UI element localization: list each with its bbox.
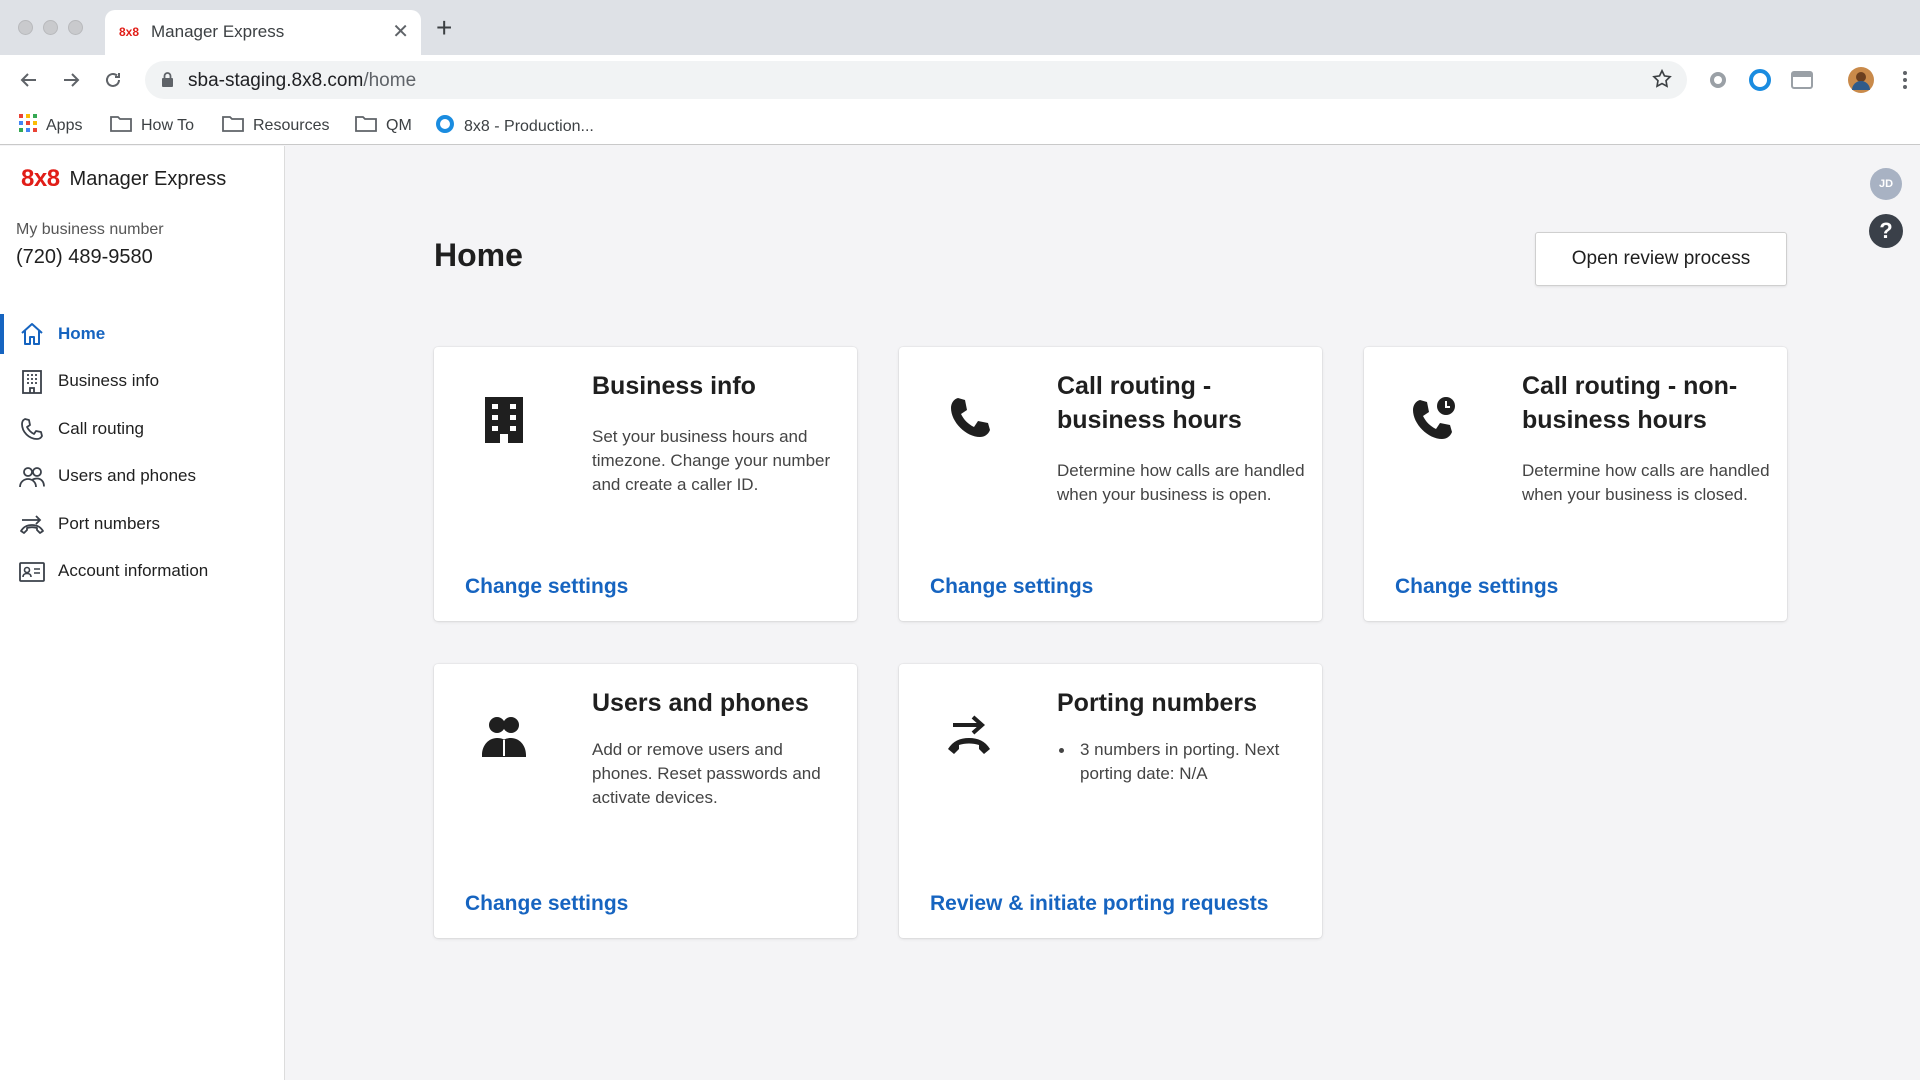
phone-icon xyxy=(18,416,46,442)
sidebar: 8x8 Manager Express My business number (… xyxy=(0,146,285,1080)
change-settings-link[interactable]: Change settings xyxy=(465,575,628,599)
folder-icon xyxy=(355,114,377,137)
phone-clock-icon xyxy=(1410,395,1458,443)
sidebar-item-port-numbers[interactable]: Port numbers xyxy=(0,500,284,548)
card-title: Porting numbers xyxy=(1057,689,1258,717)
card-users-and-phones: Users and phones Add or remove users and… xyxy=(434,664,857,938)
bookmark-8x8-production[interactable]: 8x8 - Production... xyxy=(435,114,594,139)
bookmark-label: Resources xyxy=(253,116,330,134)
change-settings-link[interactable]: Change settings xyxy=(465,892,628,916)
url-path: /home xyxy=(363,70,417,91)
card-business-info: Business info Set your business hours an… xyxy=(434,347,857,621)
card-call-routing-non-business-hours: Call routing - non-business hours Determ… xyxy=(1364,347,1787,621)
sidebar-item-account-information[interactable]: Account information xyxy=(0,548,284,596)
sidebar-nav: Home Business info Call routing Users an… xyxy=(0,310,284,595)
bookmark-label: Apps xyxy=(46,116,83,134)
port-icon xyxy=(945,712,993,760)
users-icon xyxy=(18,464,46,490)
id-card-icon xyxy=(18,559,46,585)
bookmark-qm[interactable]: QM xyxy=(355,114,412,137)
address-bar[interactable]: sba-staging.8x8.com/home xyxy=(145,61,1687,99)
apps-grid-icon xyxy=(19,114,37,137)
card-title: Call routing - business hours xyxy=(1057,372,1242,434)
bookmarks-bar: Apps How To Resources QM 8x8 - Productio… xyxy=(0,105,1920,145)
profile-avatar-icon[interactable] xyxy=(1846,65,1876,95)
sidebar-item-label: Business info xyxy=(58,371,160,391)
brand-logo: 8x8 xyxy=(21,165,60,192)
sidebar-item-home[interactable]: Home xyxy=(0,310,284,358)
card-title: Business info xyxy=(592,372,756,400)
tab-close-icon[interactable]: ✕ xyxy=(392,19,409,44)
lock-icon xyxy=(161,71,174,93)
sidebar-item-label: Users and phones xyxy=(58,466,196,486)
folder-icon xyxy=(222,114,244,137)
sidebar-item-users-and-phones[interactable]: Users and phones xyxy=(0,453,284,501)
reload-icon[interactable] xyxy=(98,65,128,95)
app-name: Manager Express xyxy=(69,167,227,190)
sidebar-item-label: Home xyxy=(58,323,106,343)
url-host: sba-staging.8x8.com xyxy=(188,70,364,91)
business-number-label: My business number xyxy=(16,221,164,238)
card-description: Set your business hours and timezone. Ch… xyxy=(592,427,831,494)
forward-arrow-icon[interactable] xyxy=(56,65,86,95)
tab-title: Manager Express xyxy=(151,22,285,41)
main-content: Home Open review process JD ? Business i… xyxy=(286,146,1920,1080)
browser-menu-icon[interactable] xyxy=(1890,65,1920,95)
sidebar-item-label: Call routing xyxy=(58,418,144,438)
review-porting-requests-link[interactable]: Review & initiate porting requests xyxy=(930,892,1268,916)
sidebar-item-business-info[interactable]: Business info xyxy=(0,358,284,406)
bookmark-label: 8x8 - Production... xyxy=(464,117,594,135)
bookmark-label: QM xyxy=(386,116,412,134)
card-description: Determine how calls are handled when you… xyxy=(1522,461,1770,504)
window-minimize-dot[interactable] xyxy=(43,20,58,35)
extension-blue-ring-icon[interactable] xyxy=(1745,65,1775,95)
sidebar-item-label: Account information xyxy=(58,561,209,581)
sidebar-item-label: Port numbers xyxy=(58,513,161,533)
window-zoom-dot[interactable] xyxy=(68,20,83,35)
browser-toolbar: sba-staging.8x8.com/home xyxy=(0,55,1920,105)
porting-status-list: 3 numbers in porting. Next porting date:… xyxy=(1057,738,1307,786)
extension-grey-icon[interactable] xyxy=(1703,65,1733,95)
porting-status-item: 3 numbers in porting. Next porting date:… xyxy=(1057,738,1307,786)
url-text: sba-staging.8x8.com/home xyxy=(188,70,416,92)
change-settings-link[interactable]: Change settings xyxy=(1395,575,1558,599)
tab-favicon-icon: 8x8 xyxy=(119,25,140,39)
bookmark-label: How To xyxy=(141,116,195,134)
card-call-routing-business-hours: Call routing - business hours Determine … xyxy=(899,347,1322,621)
app-brand[interactable]: 8x8 Manager Express xyxy=(21,165,226,193)
browser-tab-strip: 8x8 Manager Express ✕ + xyxy=(0,0,1920,55)
new-tab-icon[interactable]: + xyxy=(436,14,452,42)
bookmark-resources[interactable]: Resources xyxy=(222,114,329,137)
bookmark-how-to[interactable]: How To xyxy=(110,114,194,137)
page-title: Home xyxy=(434,237,523,273)
extension-8x8-icon[interactable] xyxy=(1787,65,1817,95)
change-settings-link[interactable]: Change settings xyxy=(930,575,1093,599)
user-avatar[interactable]: JD xyxy=(1870,168,1902,200)
card-description: Determine how calls are handled when you… xyxy=(1057,461,1305,504)
card-description: 3 numbers in porting. Next porting date:… xyxy=(1057,738,1307,786)
card-title: Users and phones xyxy=(592,689,809,717)
business-number: (720) 489-9580 xyxy=(16,246,153,268)
port-icon xyxy=(18,511,46,537)
card-title: Call routing - non-business hours xyxy=(1522,372,1738,434)
users-icon xyxy=(480,712,528,760)
browser-tab[interactable]: 8x8 Manager Express ✕ xyxy=(105,10,421,55)
help-icon[interactable]: ? xyxy=(1869,214,1903,248)
bookmark-apps[interactable]: Apps xyxy=(19,114,82,137)
card-porting-numbers: Porting numbers 3 numbers in porting. Ne… xyxy=(899,664,1322,938)
back-arrow-icon[interactable] xyxy=(14,65,44,95)
window-close-dot[interactable] xyxy=(18,20,33,35)
bookmark-star-icon[interactable] xyxy=(1651,68,1673,95)
building-icon xyxy=(18,369,46,395)
sidebar-item-call-routing[interactable]: Call routing xyxy=(0,405,284,453)
home-icon xyxy=(18,321,46,347)
card-description: Add or remove users and phones. Reset pa… xyxy=(592,740,821,807)
circle-logo-icon xyxy=(435,114,455,139)
building-icon xyxy=(480,395,528,443)
phone-icon xyxy=(945,395,993,443)
open-review-process-button[interactable]: Open review process xyxy=(1535,232,1787,286)
folder-icon xyxy=(110,114,132,137)
